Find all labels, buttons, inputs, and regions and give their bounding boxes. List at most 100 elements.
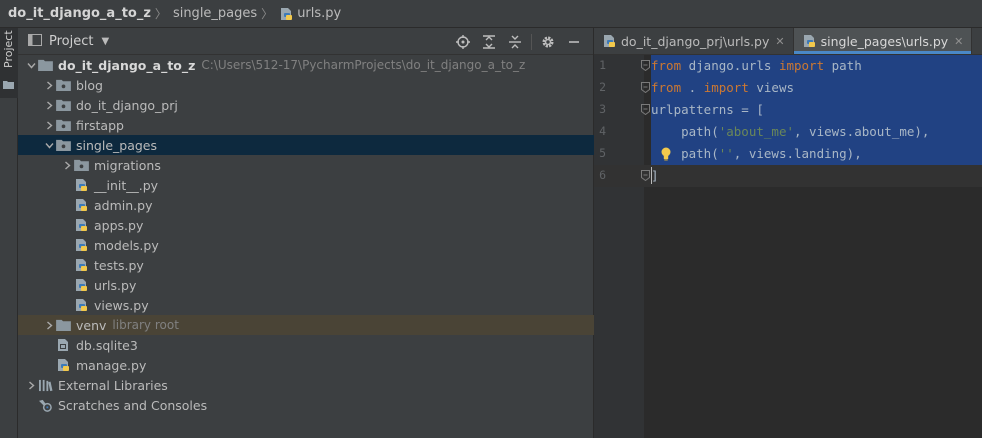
project-panel-title[interactable]: Project (49, 34, 93, 49)
code-text: from django.urls import path (651, 58, 862, 73)
tree-item-manage-py[interactable]: manage.py (18, 355, 594, 375)
breadcrumb: do_it_django_a_to_z 〉 single_pages 〉 url… (0, 0, 982, 28)
close-icon[interactable]: ✕ (775, 35, 784, 48)
code-line[interactable]: 1 from django.urls import path (594, 55, 982, 77)
tree-item-urls-py[interactable]: urls.py (18, 275, 594, 295)
chevron-right-icon[interactable] (42, 80, 56, 90)
tool-window-strip: Project (0, 28, 18, 438)
project-tool-button[interactable]: Project (0, 28, 18, 98)
tree-item-blog[interactable]: blog (18, 75, 594, 95)
python-file-icon (802, 34, 816, 48)
expand-all-icon[interactable] (476, 32, 502, 52)
fold-marker-icon[interactable] (641, 60, 650, 72)
tree-item-label: migrations (94, 157, 161, 173)
panel-toolbar (450, 32, 587, 52)
project-panel: Project ▼ do_it_django_a_to_z C:\Users\51… (18, 28, 594, 438)
editor-tabs: do_it_django_prj\urls.py ✕ single_pages\ur… (594, 28, 982, 55)
gear-icon[interactable] (535, 32, 561, 52)
chevron-right-icon[interactable] (24, 380, 38, 390)
tree-item-do-it-django-a-to-z[interactable]: do_it_django_a_to_z C:\Users\512-17\Pycha… (18, 55, 594, 75)
breadcrumb-folder[interactable]: single_pages (173, 6, 257, 21)
python-file-icon (74, 298, 90, 312)
code-line[interactable]: 3 urlpatterns = [ (594, 99, 982, 121)
folder-icon (3, 78, 14, 93)
tree-item-db-sqlite3[interactable]: db.sqlite3 (18, 335, 594, 355)
tree-item-label: venv (76, 317, 107, 333)
chevron-down-icon[interactable] (42, 141, 56, 150)
code-line[interactable]: 6] (594, 165, 982, 187)
code-text: from . import views (651, 80, 794, 95)
triangle-down-icon[interactable]: ▼ (101, 36, 109, 47)
chevron-right-icon[interactable] (42, 100, 56, 110)
tree-item-label: db.sqlite3 (76, 337, 138, 353)
tree-item-label: models.py (94, 237, 159, 253)
fold-marker-icon[interactable] (641, 82, 650, 94)
code-line[interactable]: 4 path('about_me', views.about_me), (594, 121, 982, 143)
chevron-right-icon[interactable] (42, 320, 56, 330)
tree-item-label: tests.py (94, 257, 144, 273)
editor-tab-label: do_it_django_prj\urls.py (621, 33, 770, 49)
tree-item-label: urls.py (94, 277, 137, 293)
tree-item-label: single_pages (76, 137, 157, 153)
tree-item-views-py[interactable]: views.py (18, 295, 594, 315)
collapse-all-icon[interactable] (502, 32, 528, 52)
chevron-right-icon[interactable] (42, 120, 56, 130)
code-editor: do_it_django_prj\urls.py ✕ single_pages\ur… (594, 28, 982, 438)
tree-item-tests-py[interactable]: tests.py (18, 255, 594, 275)
fold-marker-icon[interactable] (641, 104, 650, 116)
code-token: path( (651, 124, 719, 139)
toolbar-divider (531, 34, 532, 50)
tree-item-single-pages[interactable]: single_pages (18, 135, 594, 155)
line-number: 3 (599, 102, 606, 116)
lightbulb-icon[interactable] (660, 147, 672, 161)
code-token: urlpatterns = [ (651, 102, 764, 117)
tree-item-do-it-django-prj[interactable]: do_it_django_prj (18, 95, 594, 115)
line-number: 5 (599, 146, 606, 160)
code-text: urlpatterns = [ (651, 102, 764, 117)
tree-item-firstapp[interactable]: firstapp (18, 115, 594, 135)
code-token: , views.about_me), (794, 124, 930, 139)
code-token: ] (651, 168, 659, 183)
tree-item-apps-py[interactable]: apps.py (18, 215, 594, 235)
tree-item-label: admin.py (94, 197, 153, 213)
python-file-icon (602, 34, 616, 48)
code-line[interactable]: 2 from . import views (594, 77, 982, 99)
chevron-down-icon[interactable] (24, 61, 38, 70)
database-file-icon (56, 338, 72, 352)
code-token: import (778, 58, 825, 73)
code-token: django.urls (681, 58, 779, 73)
code-line[interactable]: 5 path('', views.landing), (594, 143, 982, 165)
tree-item-init-py[interactable]: __init__.py (18, 175, 594, 195)
code-text: ] (651, 168, 659, 183)
editor-tab[interactable]: single_pages\urls.py ✕ (793, 28, 973, 54)
tree-item-label: blog (76, 77, 103, 93)
breadcrumb-separator-icon: 〉 (261, 7, 274, 21)
tree-item-scratches-and-consoles[interactable]: Scratches and Consoles (18, 395, 594, 415)
package-folder-icon (56, 78, 72, 92)
package-folder-icon (56, 138, 72, 152)
minimize-icon[interactable] (561, 32, 587, 52)
python-file-icon (56, 358, 72, 372)
package-folder-icon (56, 98, 72, 112)
tree-item-admin-py[interactable]: admin.py (18, 195, 594, 215)
code-token: . (681, 80, 704, 95)
tree-item-label: __init__.py (94, 177, 159, 193)
tree-item-venv[interactable]: venv library root (18, 315, 594, 335)
code-token: import (703, 80, 749, 95)
tree-item-label: apps.py (94, 217, 144, 233)
close-icon[interactable]: ✕ (954, 35, 963, 48)
editor-tab-label: single_pages\urls.py (820, 33, 949, 49)
tree-item-models-py[interactable]: models.py (18, 235, 594, 255)
breadcrumb-file[interactable]: urls.py (297, 6, 341, 21)
locate-icon[interactable] (450, 32, 476, 52)
tree-item-migrations[interactable]: migrations (18, 155, 594, 175)
code-area[interactable]: 1 from django.urls import path 2 from . imp… (594, 55, 982, 438)
breadcrumb-project[interactable]: do_it_django_a_to_z (8, 6, 151, 21)
editor-tab[interactable]: do_it_django_prj\urls.py ✕ (594, 28, 794, 54)
code-token: views (748, 80, 794, 95)
chevron-right-icon[interactable] (60, 160, 74, 170)
editor-tab[interactable]: blo (972, 28, 982, 54)
code-token: from (651, 80, 682, 95)
tree-item-external-libraries[interactable]: External Libraries (18, 375, 594, 395)
fold-marker-icon[interactable] (641, 170, 650, 182)
